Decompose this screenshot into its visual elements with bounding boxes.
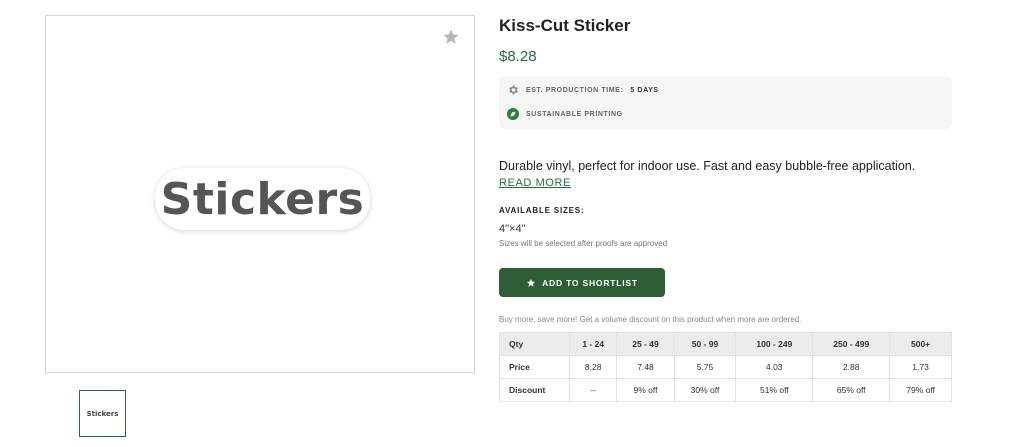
size-note: Sizes will be selected after proofs are … [499, 239, 668, 248]
table-cell: Qty [499, 332, 570, 356]
volume-pricing-table: Qty 1 - 24 25 - 49 50 - 99 100 - 249 250… [499, 332, 952, 402]
product-price: $8.28 [499, 48, 537, 65]
table-cell: 4.03 [735, 355, 814, 379]
table-cell: 500+ [889, 332, 952, 356]
table-cell: 65% off [812, 378, 891, 402]
star-icon [526, 278, 536, 287]
gear-icon [509, 85, 518, 95]
sticker-preview-text: Stickers [160, 173, 365, 225]
sustainable-label: SUSTAINABLE PRINTING [526, 110, 623, 118]
table-cell: Price [499, 355, 570, 379]
production-time-label: EST. PRODUCTION TIME: [526, 86, 624, 94]
sustainable-row: SUSTAINABLE PRINTING [507, 108, 623, 120]
table-row: Discount -- 9% off 30% off 51% off 65% o… [499, 378, 952, 402]
favorite-star-icon[interactable] [442, 28, 460, 46]
production-time-value: 5 DAYS [630, 86, 659, 94]
volume-discount-note: Buy more, save more! Get a volume discou… [499, 315, 802, 324]
table-cell: 51% off [735, 378, 814, 402]
production-info-box: EST. PRODUCTION TIME: 5 DAYS SUSTAINABLE… [499, 76, 952, 129]
table-header-row: Qty 1 - 24 25 - 49 50 - 99 100 - 249 250… [499, 332, 952, 356]
table-cell: -- [568, 378, 618, 402]
leaf-icon [507, 108, 519, 120]
table-row: Price 8.28 7.48 5.75 4.03 2.88 1.73 [499, 355, 952, 379]
table-cell: 2.88 [812, 355, 891, 379]
product-title: Kiss-Cut Sticker [499, 16, 631, 35]
add-to-shortlist-label: ADD TO SHORTLIST [542, 277, 638, 288]
table-cell: 8.28 [568, 355, 618, 379]
production-time-row: EST. PRODUCTION TIME: 5 DAYS [507, 84, 659, 96]
table-cell: 50 - 99 [673, 332, 737, 356]
product-thumbnail[interactable]: Stickers [79, 390, 126, 437]
table-cell: 5.75 [673, 355, 737, 379]
product-description: Durable vinyl, perfect for indoor use. F… [499, 159, 916, 173]
table-cell: 7.48 [616, 355, 675, 379]
table-cell: 1 - 24 [568, 332, 618, 356]
table-cell: Discount [499, 378, 570, 402]
table-cell: 25 - 49 [616, 332, 675, 356]
table-cell: 100 - 249 [735, 332, 814, 356]
table-cell: 1.73 [889, 355, 952, 379]
read-more-link[interactable]: READ MORE [499, 177, 571, 189]
table-cell: 79% off [889, 378, 952, 402]
table-cell: 30% off [673, 378, 737, 402]
sticker-preview: Stickers [155, 168, 370, 230]
size-value: 4"×4" [499, 223, 526, 235]
add-to-shortlist-button[interactable]: ADD TO SHORTLIST [499, 268, 665, 297]
table-cell: 250 - 499 [812, 332, 891, 356]
table-cell: 9% off [616, 378, 675, 402]
thumbnail-text: Stickers [86, 409, 119, 418]
available-sizes-label: AVAILABLE SIZES: [499, 206, 585, 215]
